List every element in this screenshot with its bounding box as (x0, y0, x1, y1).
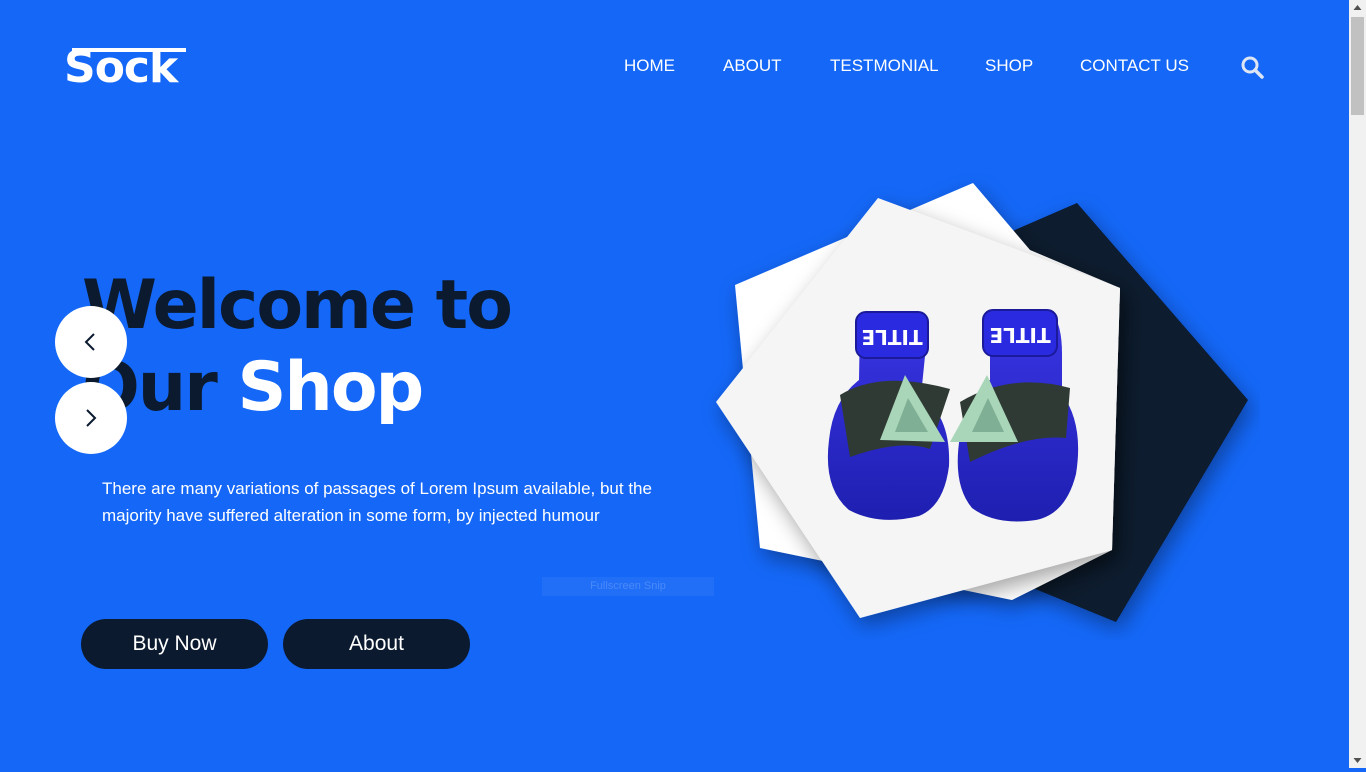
hero-title-line-1: Welcome to (82, 266, 513, 345)
svg-text:TITLE: TITLE (989, 323, 1050, 347)
scrollbar-thumb[interactable] (1351, 17, 1364, 115)
scroll-up-button[interactable] (1349, 0, 1366, 17)
search-icon (1241, 56, 1264, 79)
nav-shop[interactable]: SHOP (985, 56, 1033, 76)
carousel-prev-button[interactable] (55, 306, 127, 378)
scroll-down-button[interactable] (1349, 751, 1366, 768)
boxing-gloves-image: TITLE TITLE (716, 183, 1248, 622)
nav-home[interactable]: HOME (624, 56, 675, 76)
search-button[interactable] (1240, 55, 1264, 79)
hero-title-shop: Shop (237, 348, 424, 427)
hero-description: There are many variations of passages of… (102, 479, 652, 525)
main-nav: HOME ABOUT TESTMONIAL SHOP CONTACT US (0, 56, 1349, 80)
nav-about[interactable]: ABOUT (723, 56, 782, 76)
chevron-right-icon (86, 409, 97, 427)
scroll-up-arrow-icon (1353, 5, 1362, 10)
product-showcase: TITLE TITLE (700, 170, 1260, 640)
landing-page: Sock HOME ABOUT TESTMONIAL SHOP CONTACT … (0, 0, 1349, 765)
page-scrollbar[interactable] (1349, 0, 1366, 768)
carousel-next-button[interactable] (55, 382, 127, 454)
chevron-left-icon (84, 333, 95, 351)
svg-text:TITLE: TITLE (861, 325, 922, 349)
about-button[interactable]: About (283, 619, 470, 669)
nav-testmonial[interactable]: TESTMONIAL (830, 56, 939, 76)
nav-contact-us[interactable]: CONTACT US (1080, 56, 1189, 76)
scroll-down-arrow-icon (1353, 758, 1362, 763)
fullscreen-snip-overlay[interactable]: Fullscreen Snip (542, 577, 714, 596)
hero-title-line-2: Our Shop (82, 354, 424, 422)
buy-now-button[interactable]: Buy Now (81, 619, 268, 669)
